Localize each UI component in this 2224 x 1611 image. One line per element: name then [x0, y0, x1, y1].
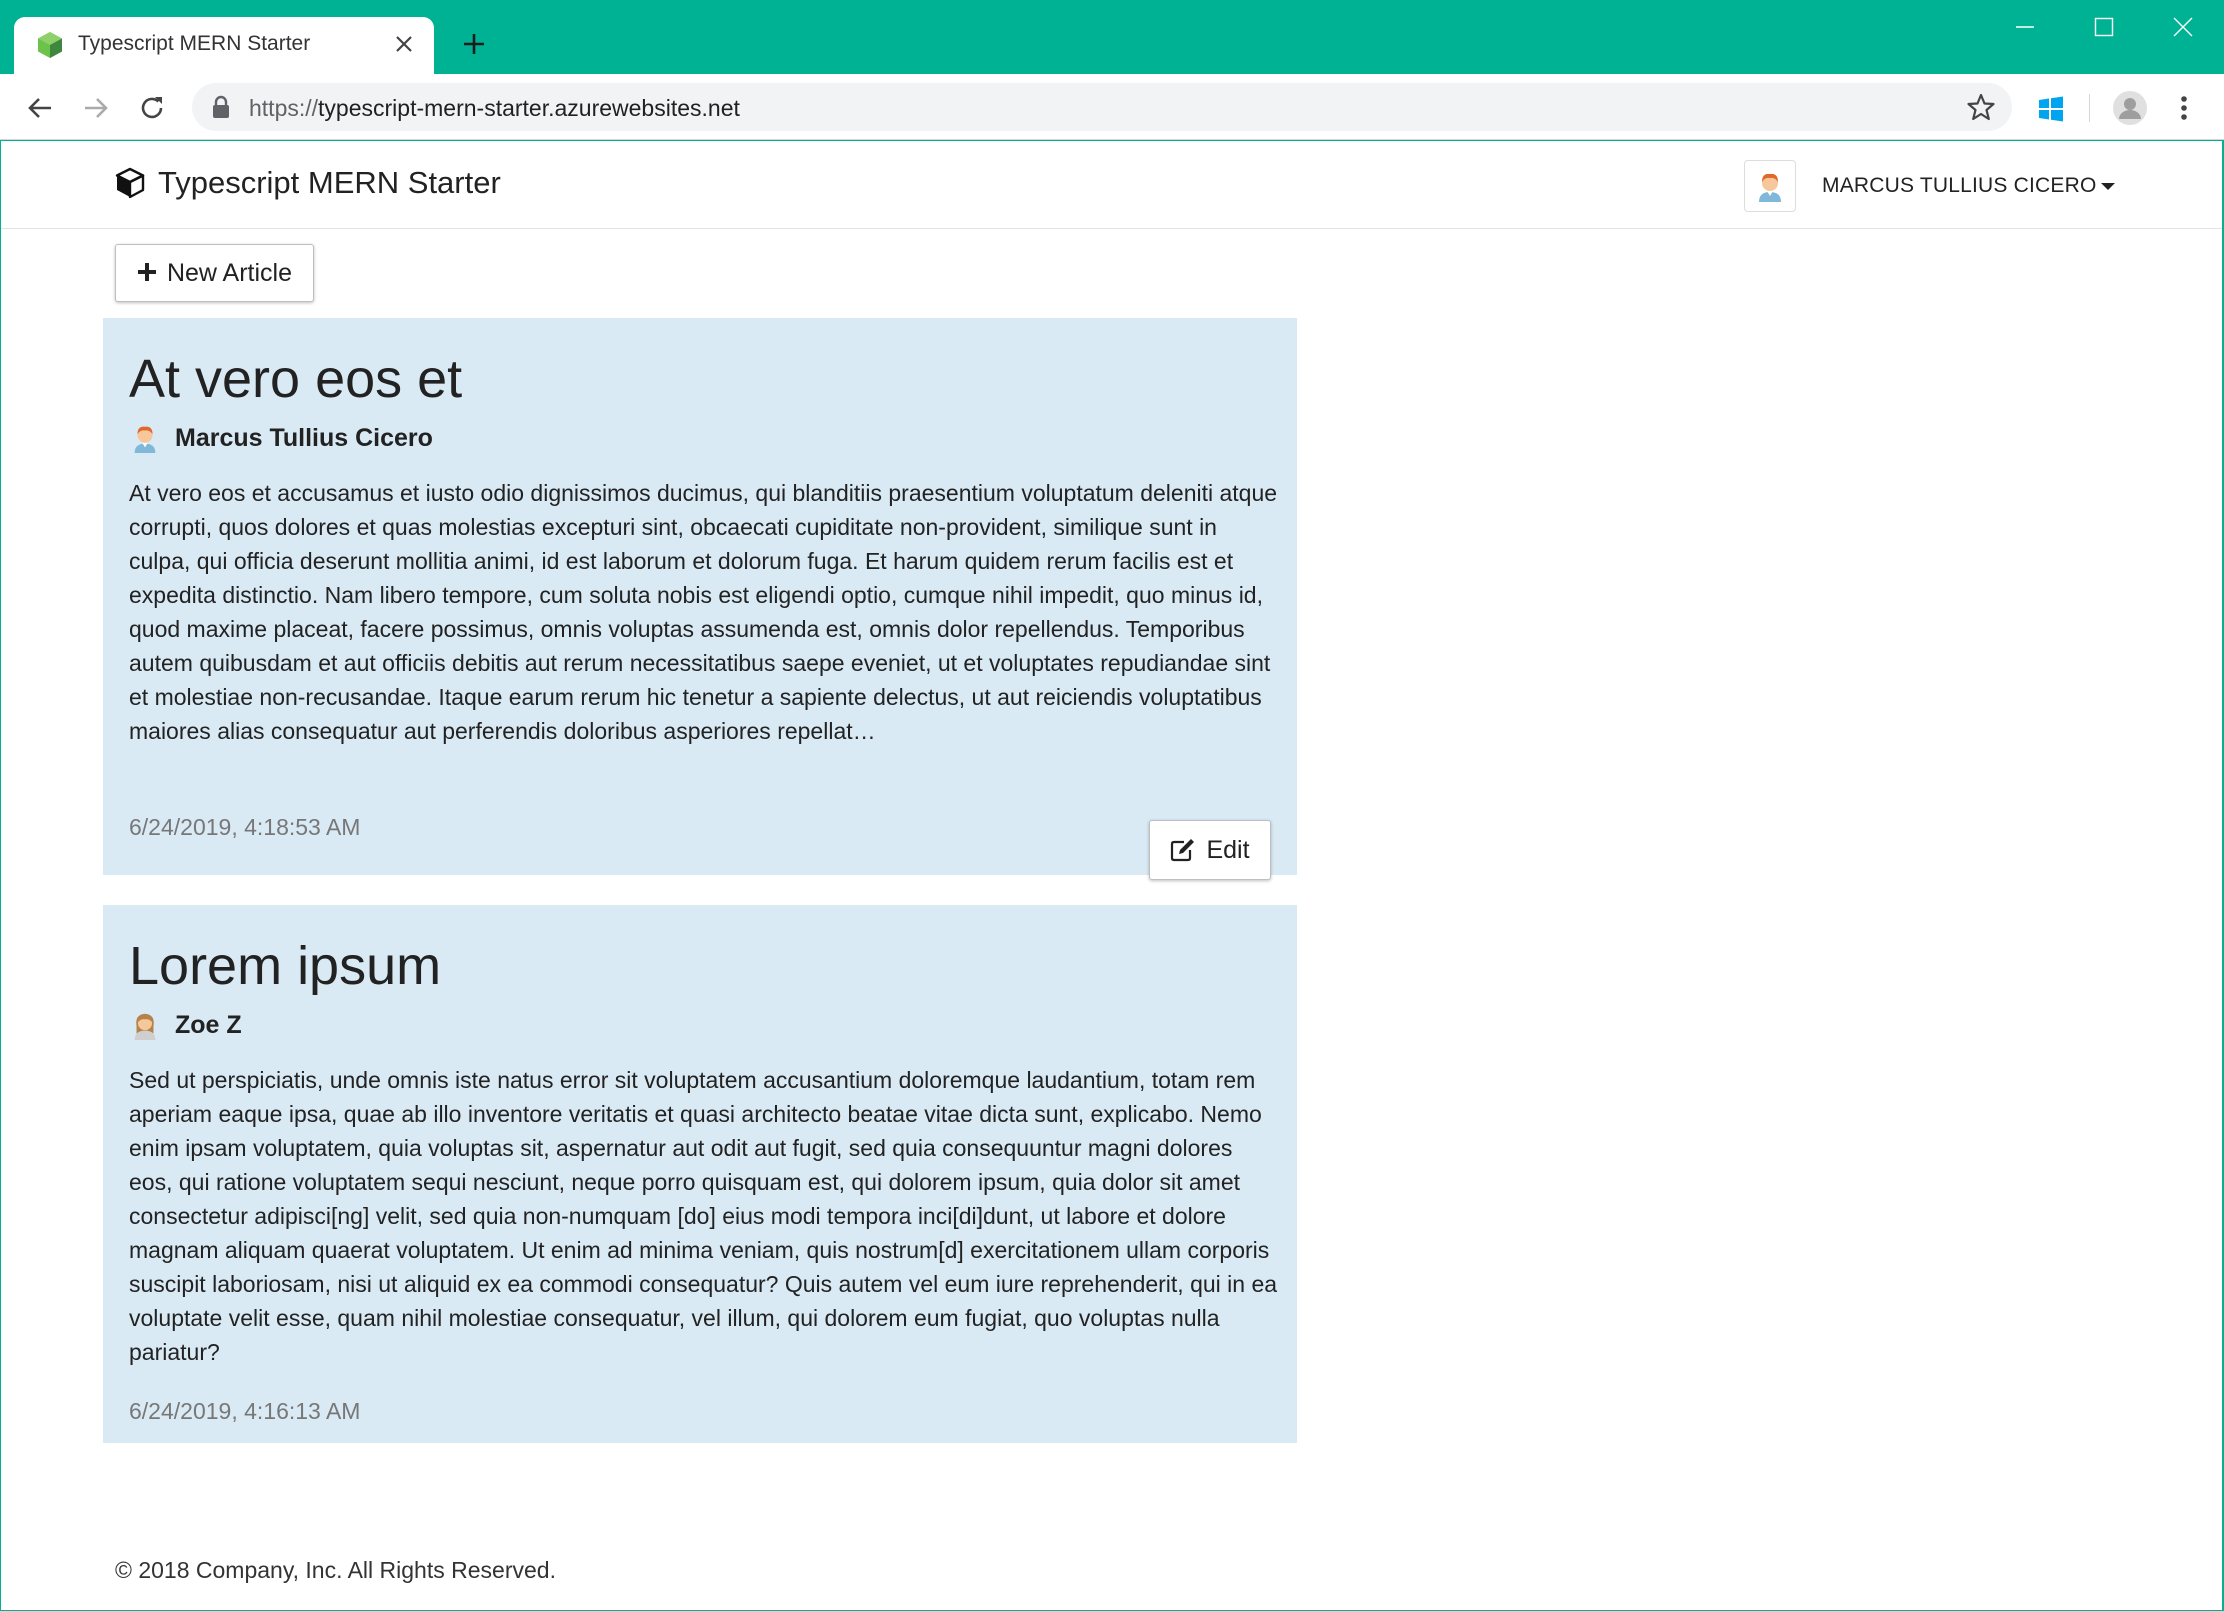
- edit-icon: [1171, 839, 1195, 862]
- cube-icon: [114, 167, 146, 199]
- more-menu-icon[interactable]: [2172, 92, 2196, 124]
- new-article-button[interactable]: New Article: [115, 244, 314, 302]
- node-cube-icon: [35, 30, 65, 60]
- forward-arrow-icon[interactable]: [78, 90, 114, 126]
- bookmark-star-icon[interactable]: [1966, 92, 1996, 122]
- author-name: Marcus Tullius Cicero: [175, 423, 433, 452]
- user-name: MARCUS TULLIUS CICERO: [1822, 174, 2115, 198]
- site-navbar: Typescript MERN Starter MARCUS TULLIUS C…: [1, 141, 2222, 229]
- close-window-icon[interactable]: [2168, 12, 2198, 42]
- female-avatar-icon: [129, 1009, 161, 1041]
- brand-title: Typescript MERN Starter: [158, 165, 501, 200]
- lock-icon: [210, 95, 232, 119]
- back-arrow-icon[interactable]: [22, 90, 58, 126]
- page-viewport: Typescript MERN Starter MARCUS TULLIUS C…: [1, 141, 2222, 1610]
- minimize-icon[interactable]: [2010, 12, 2040, 42]
- tab-title: Typescript MERN Starter: [78, 32, 311, 55]
- user-avatar: [1744, 160, 1796, 212]
- toolbar-divider: [2089, 94, 2090, 122]
- article-card: At vero eos et Marcus Tullius Cicero At …: [103, 318, 1297, 880]
- windows-extension-icon[interactable]: [2036, 94, 2066, 124]
- male-avatar-icon: [129, 422, 161, 454]
- close-tab-icon[interactable]: [388, 28, 420, 60]
- caret-down-icon: [2100, 182, 2115, 190]
- address-bar[interactable]: https://typescript-mern-starter.azureweb…: [192, 83, 2012, 131]
- author-name: Zoe Z: [175, 1010, 242, 1039]
- edit-label: Edit: [1206, 835, 1250, 864]
- article-author: Zoe Z: [129, 1009, 242, 1041]
- profile-icon[interactable]: [2112, 90, 2148, 126]
- male-avatar-icon: [1759, 173, 1781, 202]
- tab-bar: Typescript MERN Starter: [0, 0, 2224, 74]
- url-scheme: https://: [249, 95, 319, 121]
- user-name-text: MARCUS TULLIUS CICERO: [1822, 174, 2097, 197]
- article-title[interactable]: At vero eos et: [129, 348, 462, 410]
- article-date: 6/24/2019, 4:16:13 AM: [129, 1398, 361, 1424]
- reload-icon[interactable]: [134, 90, 170, 126]
- article-date: 6/24/2019, 4:18:53 AM: [129, 814, 361, 840]
- browser-toolbar: https://typescript-mern-starter.azureweb…: [0, 74, 2224, 140]
- url-text: https://typescript-mern-starter.azureweb…: [249, 95, 740, 122]
- url-host: typescript-mern-starter.azurewebsites.ne…: [318, 95, 740, 121]
- footer-copyright: © 2018 Company, Inc. All Rights Reserved…: [115, 1557, 556, 1583]
- user-menu-toggle[interactable]: MARCUS TULLIUS CICERO: [1744, 160, 2115, 212]
- article-title[interactable]: Lorem ipsum: [129, 935, 441, 997]
- plus-icon: [137, 257, 157, 289]
- article-card: Lorem ipsum Zoe Z Sed ut perspiciatis, u…: [103, 905, 1297, 1443]
- article-body: Sed ut perspiciatis, unde omnis iste nat…: [129, 1067, 1278, 1365]
- article-body: At vero eos et accusamus et iusto odio d…: [129, 480, 1278, 744]
- brand-link[interactable]: Typescript MERN Starter: [114, 165, 501, 201]
- new-article-label: New Article: [166, 258, 293, 287]
- browser-tab[interactable]: Typescript MERN Starter: [14, 17, 434, 74]
- edit-button[interactable]: Edit: [1149, 820, 1271, 880]
- browser-window: Typescript MERN Starter https://typescri…: [0, 0, 2224, 1611]
- maximize-icon[interactable]: [2089, 12, 2119, 42]
- new-tab-button[interactable]: [456, 26, 492, 62]
- article-author: Marcus Tullius Cicero: [129, 422, 433, 454]
